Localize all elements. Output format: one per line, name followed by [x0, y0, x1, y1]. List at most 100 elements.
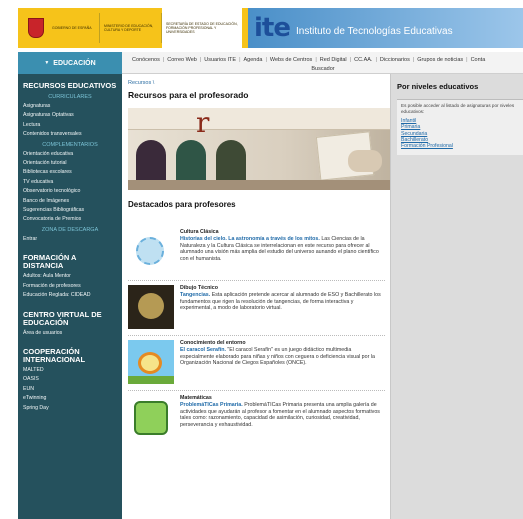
puzzle-icon[interactable]	[128, 395, 174, 439]
sidebar-item-aula-mentor[interactable]: Adultos: Aula Mentor	[18, 272, 122, 281]
featured-description: Tangencias. Esta aplicación pretende ace…	[180, 292, 385, 312]
sidebar-item-contenidos-transversales[interactable]: Contenidos transversales	[18, 130, 122, 139]
sidebar-item-premios[interactable]: Convocatoria de Premios	[18, 215, 122, 224]
gov-text-1: GOBIERNO DE ESPAÑA	[52, 26, 92, 30]
sidebar-item-area-usuarios[interactable]: Área de usuarios	[18, 329, 122, 338]
drawing-icon[interactable]	[128, 285, 174, 329]
sidebar-heading-cooperacion[interactable]: COOPERACIÓN INTERNACIONAL	[18, 346, 122, 366]
gov-block-2: MINISTERIO DE EDUCACIÓN, CULTURA Y DEPOR…	[100, 13, 162, 43]
nav-separator: |	[375, 56, 377, 63]
ite-logo[interactable]: ite	[254, 13, 291, 43]
nav-separator: |	[265, 56, 267, 63]
nav-link-ccaa[interactable]: CC.AA.	[354, 56, 372, 64]
nav-separator: |	[239, 56, 241, 63]
sidebar-item-etwinning[interactable]: eTwinning	[18, 394, 122, 403]
gov-text-3: SECRETARÍA DE ESTADO DE EDUCACIÓN, FORMA…	[166, 22, 238, 34]
featured-body: Conocimiento del entorno El caracol Sera…	[180, 340, 385, 390]
nav-separator: |	[199, 56, 202, 63]
featured-item: Conocimiento del entorno El caracol Sera…	[128, 335, 385, 390]
featured-category: Matemáticas	[180, 395, 212, 401]
sidebar-item-sugerencias[interactable]: Sugerencias Bibliográficas	[18, 206, 122, 215]
sidebar-item-banco-imagenes[interactable]: Banco de Imágenes	[18, 197, 122, 206]
sidebar-item-observatorio[interactable]: Observatorio tecnológico	[18, 187, 122, 196]
nav-link-diccionarios[interactable]: Diccionarios	[380, 56, 410, 64]
featured-item: Cultura Clásica Historias del cielo. La …	[128, 225, 385, 280]
nav-link-conta[interactable]: Conta	[471, 56, 486, 64]
sidebar-heading-cve[interactable]: CENTRO VIRTUAL DE EDUCACIÓN	[18, 309, 122, 329]
sidebar-item-eun[interactable]: EUN	[18, 385, 122, 394]
featured-body: Matemáticas ProblemáTICas Primaria. Prob…	[180, 395, 385, 445]
education-menu-button[interactable]: ▼ EDUCACIÓN	[18, 52, 122, 74]
gov-block-3: SECRETARÍA DE ESTADO DE EDUCACIÓN, FORMA…	[162, 8, 242, 48]
nav-separator: |	[349, 56, 352, 63]
site-name: Instituto de Tecnologías Educativas	[295, 25, 453, 37]
sidebar-item-tv-educativa[interactable]: TV educativa	[18, 178, 122, 187]
sidebar: RECURSOS EDUCATIVOS CURRICULARES Asignat…	[18, 74, 122, 519]
sidebar-heading-formacion[interactable]: FORMACIÓN A DISTANCIA	[18, 252, 122, 272]
nav-link-red-digital[interactable]: Red Digital	[320, 56, 347, 64]
nav-link-agenda[interactable]: Agenda	[244, 56, 263, 64]
nav-link-usuarios-ite[interactable]: Usuarios ITE	[204, 56, 236, 64]
site-header: GOBIERNO DE ESPAÑA MINISTERIO DE EDUCACI…	[18, 8, 523, 48]
sun-icon[interactable]	[128, 229, 174, 273]
featured-link[interactable]: El caracol Serafín.	[180, 347, 226, 353]
levels-box: Es posible acceder al listado de asignat…	[397, 99, 523, 156]
sidebar-item-asignaturas-optativas[interactable]: Asignaturas Optativas	[18, 111, 122, 120]
featured-link[interactable]: Historias del cielo. La astronomía a tra…	[180, 236, 320, 242]
featured-category: Dibujo Técnico	[180, 285, 218, 291]
nav-link-buscador[interactable]: Buscador	[132, 65, 514, 73]
sidebar-item-orientacion-tutorial[interactable]: Orientación tutorial	[18, 159, 122, 168]
sidebar-item-cidead[interactable]: Educación Reglada: CIDEAD	[18, 291, 122, 300]
level-link-fp[interactable]: Formación Profesional	[401, 143, 520, 149]
sidebar-subheading-curriculares: CURRICULARES	[48, 94, 92, 100]
featured-link[interactable]: Tangencias.	[180, 292, 210, 298]
sun-shape	[136, 237, 164, 265]
nav-link-webs-de-centros[interactable]: Webs de Centros	[270, 56, 312, 64]
sidebar-subheading-descarga: ZONA DE DESCARGA	[41, 226, 99, 233]
sidebar-item-orientacion-educativa[interactable]: Orientación educativa	[18, 150, 122, 159]
featured-category: Cultura Clásica	[180, 229, 219, 235]
breadcrumb[interactable]: Recursos \	[128, 80, 385, 86]
sidebar-item-malted[interactable]: MALTED	[18, 366, 122, 375]
featured-description: Historias del cielo. La astronomía a tra…	[180, 236, 385, 262]
page-title: Recursos para el profesorado	[128, 90, 249, 100]
sidebar-item-bibliotecas-escolares[interactable]: Bibliotecas escolares	[18, 168, 122, 177]
snail-icon[interactable]	[128, 340, 174, 384]
sidebar-subheading-complementarios: COMPLEMENTARIOS	[42, 141, 98, 148]
snail-grass	[128, 376, 174, 384]
nav-separator: |	[315, 56, 317, 63]
featured-text: Esta aplicación pretende acercar al alum…	[180, 292, 381, 312]
featured-category: Conocimiento del entorno	[180, 340, 246, 346]
gov-block-1: GOBIERNO DE ESPAÑA	[48, 13, 100, 43]
featured-item: Dibujo Técnico Tangencias. Esta aplicaci…	[128, 280, 385, 335]
top-nav: Conócenos | Correo Web | Usuarios ITE | Age…	[122, 52, 523, 74]
sidebar-item-entrar[interactable]: Entrar	[18, 235, 122, 244]
banner-hand	[348, 150, 382, 172]
sidebar-item-lectura[interactable]: Lectura	[18, 121, 122, 130]
triangle-down-icon: ▼	[44, 60, 50, 66]
levels-note: Es posible acceder al listado de asignat…	[401, 103, 515, 114]
nav-link-grupos-de-noticias[interactable]: Grupos de noticias	[417, 56, 463, 64]
featured-link[interactable]: ProblemáTICas Primaria.	[180, 402, 243, 408]
levels-heading: Por niveles educativos	[397, 82, 479, 91]
ite-banner[interactable]: ite Instituto de Tecnologías Educativas	[248, 8, 523, 48]
levels-list: Infantil Primaria Secundaria Bachillerat…	[401, 118, 520, 149]
puzzle-box	[134, 401, 168, 435]
sidebar-item-formacion-profesores[interactable]: Formación de profesores	[18, 282, 122, 291]
sidebar-item-oasis[interactable]: OASIS	[18, 375, 122, 384]
nav-link-conocenos[interactable]: Conócenos	[132, 56, 160, 64]
right-panel: Por niveles educativos Es posible accede…	[390, 74, 523, 519]
sidebar-heading-recursos[interactable]: RECURSOS EDUCATIVOS	[18, 80, 122, 92]
nav-separator: |	[466, 56, 468, 63]
banner-strip	[128, 108, 390, 130]
nav-row: ▼ EDUCACIÓN Conócenos | Correo Web | Usuar…	[18, 52, 523, 74]
featured-heading: Destacados para profesores	[128, 200, 236, 209]
government-banner[interactable]: GOBIERNO DE ESPAÑA MINISTERIO DE EDUCACI…	[18, 8, 248, 48]
drawing-spot	[138, 293, 164, 319]
sidebar-item-spring-day[interactable]: Spring Day	[18, 404, 122, 413]
sidebar-item-asignaturas[interactable]: Asignaturas	[18, 102, 122, 111]
nav-link-correo-web[interactable]: Correo Web	[167, 56, 197, 64]
